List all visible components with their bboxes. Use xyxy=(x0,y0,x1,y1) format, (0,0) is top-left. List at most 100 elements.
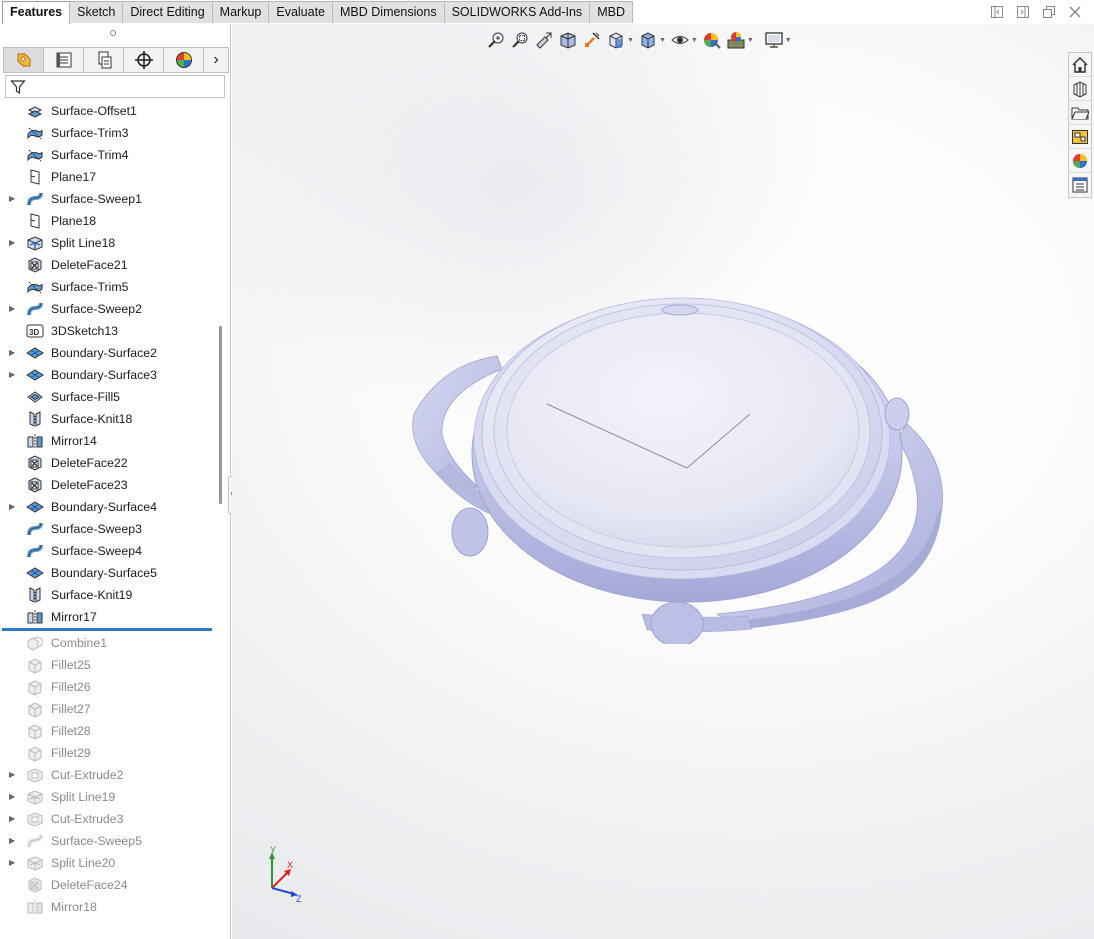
tile-right-icon[interactable] xyxy=(1016,5,1030,19)
tree-item-plane17[interactable]: Plane17 xyxy=(2,166,213,188)
split-line-icon xyxy=(26,854,44,872)
apply-scene-icon[interactable]: ▼ xyxy=(726,29,754,51)
panel-tabs-more[interactable]: › xyxy=(204,48,228,72)
feature-filter-box[interactable] xyxy=(5,75,225,98)
tab-mbd-dimensions[interactable]: MBD Dimensions xyxy=(332,1,445,23)
tree-item-fillet25[interactable]: Fillet25 xyxy=(2,654,213,676)
display-manager-icon[interactable] xyxy=(164,48,204,72)
tree-item-surface-sweep3[interactable]: Surface-Sweep3 xyxy=(2,518,213,540)
cut-extrude-icon xyxy=(26,766,44,784)
custom-properties-icon[interactable] xyxy=(1069,173,1091,197)
tab-direct-editing[interactable]: Direct Editing xyxy=(122,1,213,23)
dimxpert-manager-icon[interactable] xyxy=(124,48,164,72)
tree-item-surface-trim4[interactable]: Surface-Trim4 xyxy=(2,144,213,166)
tree-item-fillet29[interactable]: Fillet29 xyxy=(2,742,213,764)
rollback-bar[interactable] xyxy=(2,628,212,631)
tree-vertical-scrollbar[interactable] xyxy=(219,326,222,504)
restore-window-icon[interactable] xyxy=(1042,5,1056,19)
expand-arrow-icon[interactable]: ▶ xyxy=(9,364,17,386)
tree-item-deleteface21[interactable]: DeleteFace21 xyxy=(2,254,213,276)
tile-left-icon[interactable] xyxy=(990,5,1004,19)
tree-item-label: Split Line18 xyxy=(51,236,116,250)
tree-item-fillet28[interactable]: Fillet28 xyxy=(2,720,213,742)
tree-item-combine1[interactable]: Combine1 xyxy=(2,632,213,654)
appearances-icon[interactable] xyxy=(1069,149,1091,173)
expand-arrow-icon[interactable]: ▶ xyxy=(9,830,17,852)
tree-item-split-line20[interactable]: ▶ Split Line20 xyxy=(2,852,213,874)
design-library-icon[interactable] xyxy=(1069,77,1091,101)
tree-item-surface-knit18[interactable]: Surface-Knit18 xyxy=(2,408,213,430)
zoom-to-fit-icon[interactable] xyxy=(486,29,506,51)
tree-item-mirror14[interactable]: Mirror14 xyxy=(2,430,213,452)
watch-model-3d[interactable] xyxy=(402,274,972,644)
tree-item-label: Surface-Sweep1 xyxy=(51,192,142,206)
expand-arrow-icon[interactable]: ▶ xyxy=(9,298,17,320)
file-explorer-icon[interactable] xyxy=(1069,101,1091,125)
expand-arrow-icon[interactable]: ▶ xyxy=(9,786,17,808)
expand-arrow-icon[interactable]: ▶ xyxy=(9,764,17,786)
tree-item-surface-trim5[interactable]: Surface-Trim5 xyxy=(2,276,213,298)
tree-item-split-line18[interactable]: ▶ Split Line18 xyxy=(2,232,213,254)
graphics-area[interactable]: ▼ ▼ ▼ ▼ ▼ Y X Z xyxy=(232,24,1094,939)
tree-item-mirror18[interactable]: Mirror18 xyxy=(2,896,213,916)
expand-arrow-icon[interactable]: ▶ xyxy=(9,342,17,364)
tree-item-cut-extrude3[interactable]: ▶ Cut-Extrude3 xyxy=(2,808,213,830)
tree-item-split-line19[interactable]: ▶ Split Line19 xyxy=(2,786,213,808)
tree-item-deleteface23[interactable]: DeleteFace23 xyxy=(2,474,213,496)
tree-item-surface-offset1[interactable]: Surface-Offset1 xyxy=(2,100,213,122)
view-palette-icon[interactable] xyxy=(1069,125,1091,149)
display-style-icon[interactable]: ▼ xyxy=(638,29,666,51)
tree-item-label: Plane18 xyxy=(51,214,97,228)
tree-item-mirror17[interactable]: Mirror17 xyxy=(2,606,213,628)
tree-item-deleteface24[interactable]: DeleteFace24 xyxy=(2,874,213,896)
tree-item-fillet26[interactable]: Fillet26 xyxy=(2,676,213,698)
tree-item-plane18[interactable]: Plane18 xyxy=(2,210,213,232)
feature-manager-icon[interactable] xyxy=(4,48,44,72)
previous-view-icon[interactable] xyxy=(534,29,554,51)
tree-item-surface-sweep5[interactable]: ▶ Surface-Sweep5 xyxy=(2,830,213,852)
tab-features[interactable]: Features xyxy=(2,1,71,24)
property-manager-icon[interactable] xyxy=(44,48,84,72)
split-line-icon xyxy=(26,788,44,806)
tree-item-boundary-surface5[interactable]: Boundary-Surface5 xyxy=(2,562,213,584)
tree-item-boundary-surface2[interactable]: ▶ Boundary-Surface2 xyxy=(2,342,213,364)
tab-evaluate[interactable]: Evaluate xyxy=(268,1,334,23)
expand-arrow-icon[interactable]: ▶ xyxy=(9,852,17,874)
window-controls xyxy=(990,5,1082,19)
section-view-icon[interactable] xyxy=(558,29,578,51)
home-icon[interactable] xyxy=(1069,53,1091,77)
tree-item-boundary-surface4[interactable]: ▶ Boundary-Surface4 xyxy=(2,496,213,518)
tree-item-fillet27[interactable]: Fillet27 xyxy=(2,698,213,720)
tab-solidworks-add-ins[interactable]: SOLIDWORKS Add-Ins xyxy=(443,1,591,23)
tree-item-surface-sweep1[interactable]: ▶ Surface-Sweep1 xyxy=(2,188,213,210)
expand-arrow-icon[interactable]: ▶ xyxy=(9,808,17,830)
expand-arrow-icon[interactable]: ▶ xyxy=(9,496,17,518)
tab-mbd[interactable]: MBD xyxy=(589,1,633,23)
tree-item-deleteface22[interactable]: DeleteFace22 xyxy=(2,452,213,474)
boundary-surface-icon xyxy=(26,344,44,362)
tree-item-label: Surface-Trim5 xyxy=(51,280,129,294)
tree-item-surface-sweep2[interactable]: ▶ Surface-Sweep2 xyxy=(2,298,213,320)
close-window-icon[interactable] xyxy=(1068,5,1082,19)
tree-item-surface-knit19[interactable]: Surface-Knit19 xyxy=(2,584,213,606)
tree-item-3dsketch13[interactable]: 3D 3DSketch13 xyxy=(2,320,213,342)
tree-item-surface-sweep4[interactable]: Surface-Sweep4 xyxy=(2,540,213,562)
expand-arrow-icon[interactable]: ▶ xyxy=(9,232,17,254)
surface-trim-icon xyxy=(26,124,44,142)
view-settings-icon[interactable]: ▼ xyxy=(764,29,792,51)
configuration-manager-icon[interactable] xyxy=(84,48,124,72)
hide-show-items-icon[interactable]: ▼ xyxy=(670,29,698,51)
zoom-to-area-icon[interactable] xyxy=(510,29,530,51)
tab-sketch[interactable]: Sketch xyxy=(69,1,124,23)
tree-item-surface-trim3[interactable]: Surface-Trim3 xyxy=(2,122,213,144)
tree-item-surface-fill5[interactable]: Surface-Fill5 xyxy=(2,386,213,408)
surface-sweep-icon xyxy=(26,300,44,318)
tree-item-cut-extrude2[interactable]: ▶ Cut-Extrude2 xyxy=(2,764,213,786)
tree-item-boundary-surface3[interactable]: ▶ Boundary-Surface3 xyxy=(2,364,213,386)
expand-arrow-icon[interactable]: ▶ xyxy=(9,188,17,210)
tab-markup[interactable]: Markup xyxy=(211,1,270,23)
dynamic-annotation-icon[interactable] xyxy=(582,29,602,51)
panel-split-grip[interactable] xyxy=(110,30,116,36)
edit-appearance-icon[interactable] xyxy=(702,29,722,51)
view-orientation-icon[interactable]: ▼ xyxy=(606,29,634,51)
